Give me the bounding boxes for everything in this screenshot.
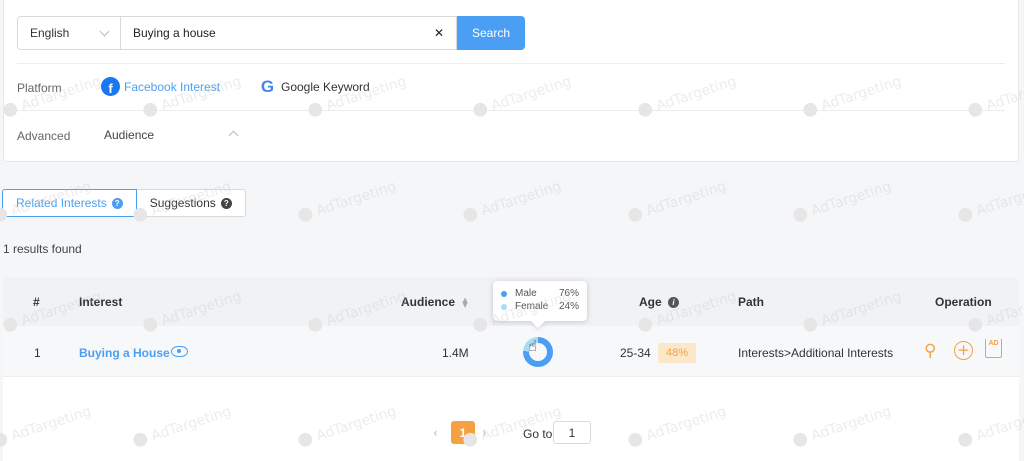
chevron-up-icon[interactable] xyxy=(228,130,239,141)
age-percent-badge: 48% xyxy=(658,343,696,363)
question-icon[interactable]: ? xyxy=(220,197,232,209)
watermark: AdTargeting xyxy=(624,175,728,227)
add-icon[interactable]: + xyxy=(954,341,973,360)
tooltip-male-row: Male 76% xyxy=(501,287,579,300)
facebook-icon: f xyxy=(101,77,120,96)
age-range: 25-34 xyxy=(620,346,651,360)
google-icon: G xyxy=(260,76,275,96)
next-page-icon[interactable]: › xyxy=(482,426,487,440)
advanced-label: Advanced xyxy=(17,129,71,143)
language-select[interactable]: English xyxy=(17,16,121,50)
gender-tooltip: Male 76% Female 24% xyxy=(493,281,587,321)
advanced-audience-toggle[interactable]: Audience xyxy=(104,128,154,142)
clear-icon[interactable]: ✕ xyxy=(434,27,444,39)
header-path: Path xyxy=(738,295,765,309)
search-bar: English Buying a house ✕ Search xyxy=(17,16,525,50)
header-interest: Interest xyxy=(79,295,123,309)
header-age: Age i xyxy=(639,295,680,309)
goto-label: Go to xyxy=(523,427,553,441)
watermark: AdTargeting xyxy=(954,175,1024,227)
audience-value: 1.4M xyxy=(442,346,469,360)
search-panel: English Buying a house ✕ Search Platform… xyxy=(3,0,1019,162)
tooltip-female-value: 24% xyxy=(558,301,579,312)
language-value: English xyxy=(30,26,70,40)
platform-facebook-label: Facebook Interest xyxy=(124,79,221,94)
page-button-current[interactable]: 1 xyxy=(451,421,475,444)
tooltip-male-label: Male xyxy=(515,288,537,299)
search-button[interactable]: Search xyxy=(457,16,525,50)
header-age-label: Age xyxy=(639,295,662,309)
tooltip-female-row: Female 24% xyxy=(501,300,579,313)
chevron-down-icon xyxy=(99,26,110,36)
tab-suggestions[interactable]: Suggestions ? xyxy=(136,189,246,217)
hand-cursor-icon: ☝ xyxy=(528,337,538,355)
prev-page-icon[interactable]: ‹ xyxy=(433,426,438,440)
question-icon[interactable]: ? xyxy=(111,197,123,209)
interest-link[interactable]: Buying a House xyxy=(79,346,170,360)
platform-google-keyword[interactable]: G Google Keyword xyxy=(258,77,370,96)
header-index: # xyxy=(33,295,40,309)
tab-suggestions-label: Suggestions xyxy=(149,196,216,210)
search-query: Buying a house xyxy=(133,26,216,40)
goto-input[interactable]: 1 xyxy=(553,421,591,444)
sort-icon[interactable]: ▲ ▼ xyxy=(462,296,467,308)
tooltip-male-value: 76% xyxy=(558,288,579,299)
platform-facebook-interest[interactable]: f Facebook Interest xyxy=(101,77,220,96)
male-dot xyxy=(501,290,507,297)
header-operation: Operation xyxy=(935,295,992,309)
platform-google-label: Google Keyword xyxy=(281,79,370,94)
results-count: 1 results found xyxy=(3,242,82,256)
divider xyxy=(17,63,1005,64)
ad-icon[interactable]: AD xyxy=(985,339,1002,358)
path-value: Interests>Additional Interests xyxy=(738,346,894,360)
tooltip-female-label: Female xyxy=(515,301,549,312)
platform-label: Platform xyxy=(17,81,62,95)
watermark: AdTargeting xyxy=(789,175,893,227)
header-audience-label: Audience xyxy=(401,295,456,309)
female-dot xyxy=(501,303,507,310)
search-input[interactable]: Buying a house ✕ xyxy=(121,16,457,50)
eye-icon[interactable] xyxy=(171,346,188,357)
header-audience[interactable]: Audience ▲ ▼ xyxy=(401,295,468,309)
tab-related-interests[interactable]: Related Interests ? xyxy=(2,189,137,217)
info-icon[interactable]: i xyxy=(668,297,680,309)
search-icon[interactable]: ⚲ xyxy=(924,341,944,361)
result-tabs: Related Interests ? Suggestions ? xyxy=(2,189,246,217)
watermark: AdTargeting xyxy=(294,175,398,227)
tab-related-interests-label: Related Interests xyxy=(16,196,107,210)
divider xyxy=(17,110,1005,111)
table-row: 1 Buying a House 1.4M 25-34 Interests>Ad… xyxy=(3,326,1019,377)
watermark: AdTargeting xyxy=(459,175,563,227)
row-index: 1 xyxy=(34,346,41,360)
